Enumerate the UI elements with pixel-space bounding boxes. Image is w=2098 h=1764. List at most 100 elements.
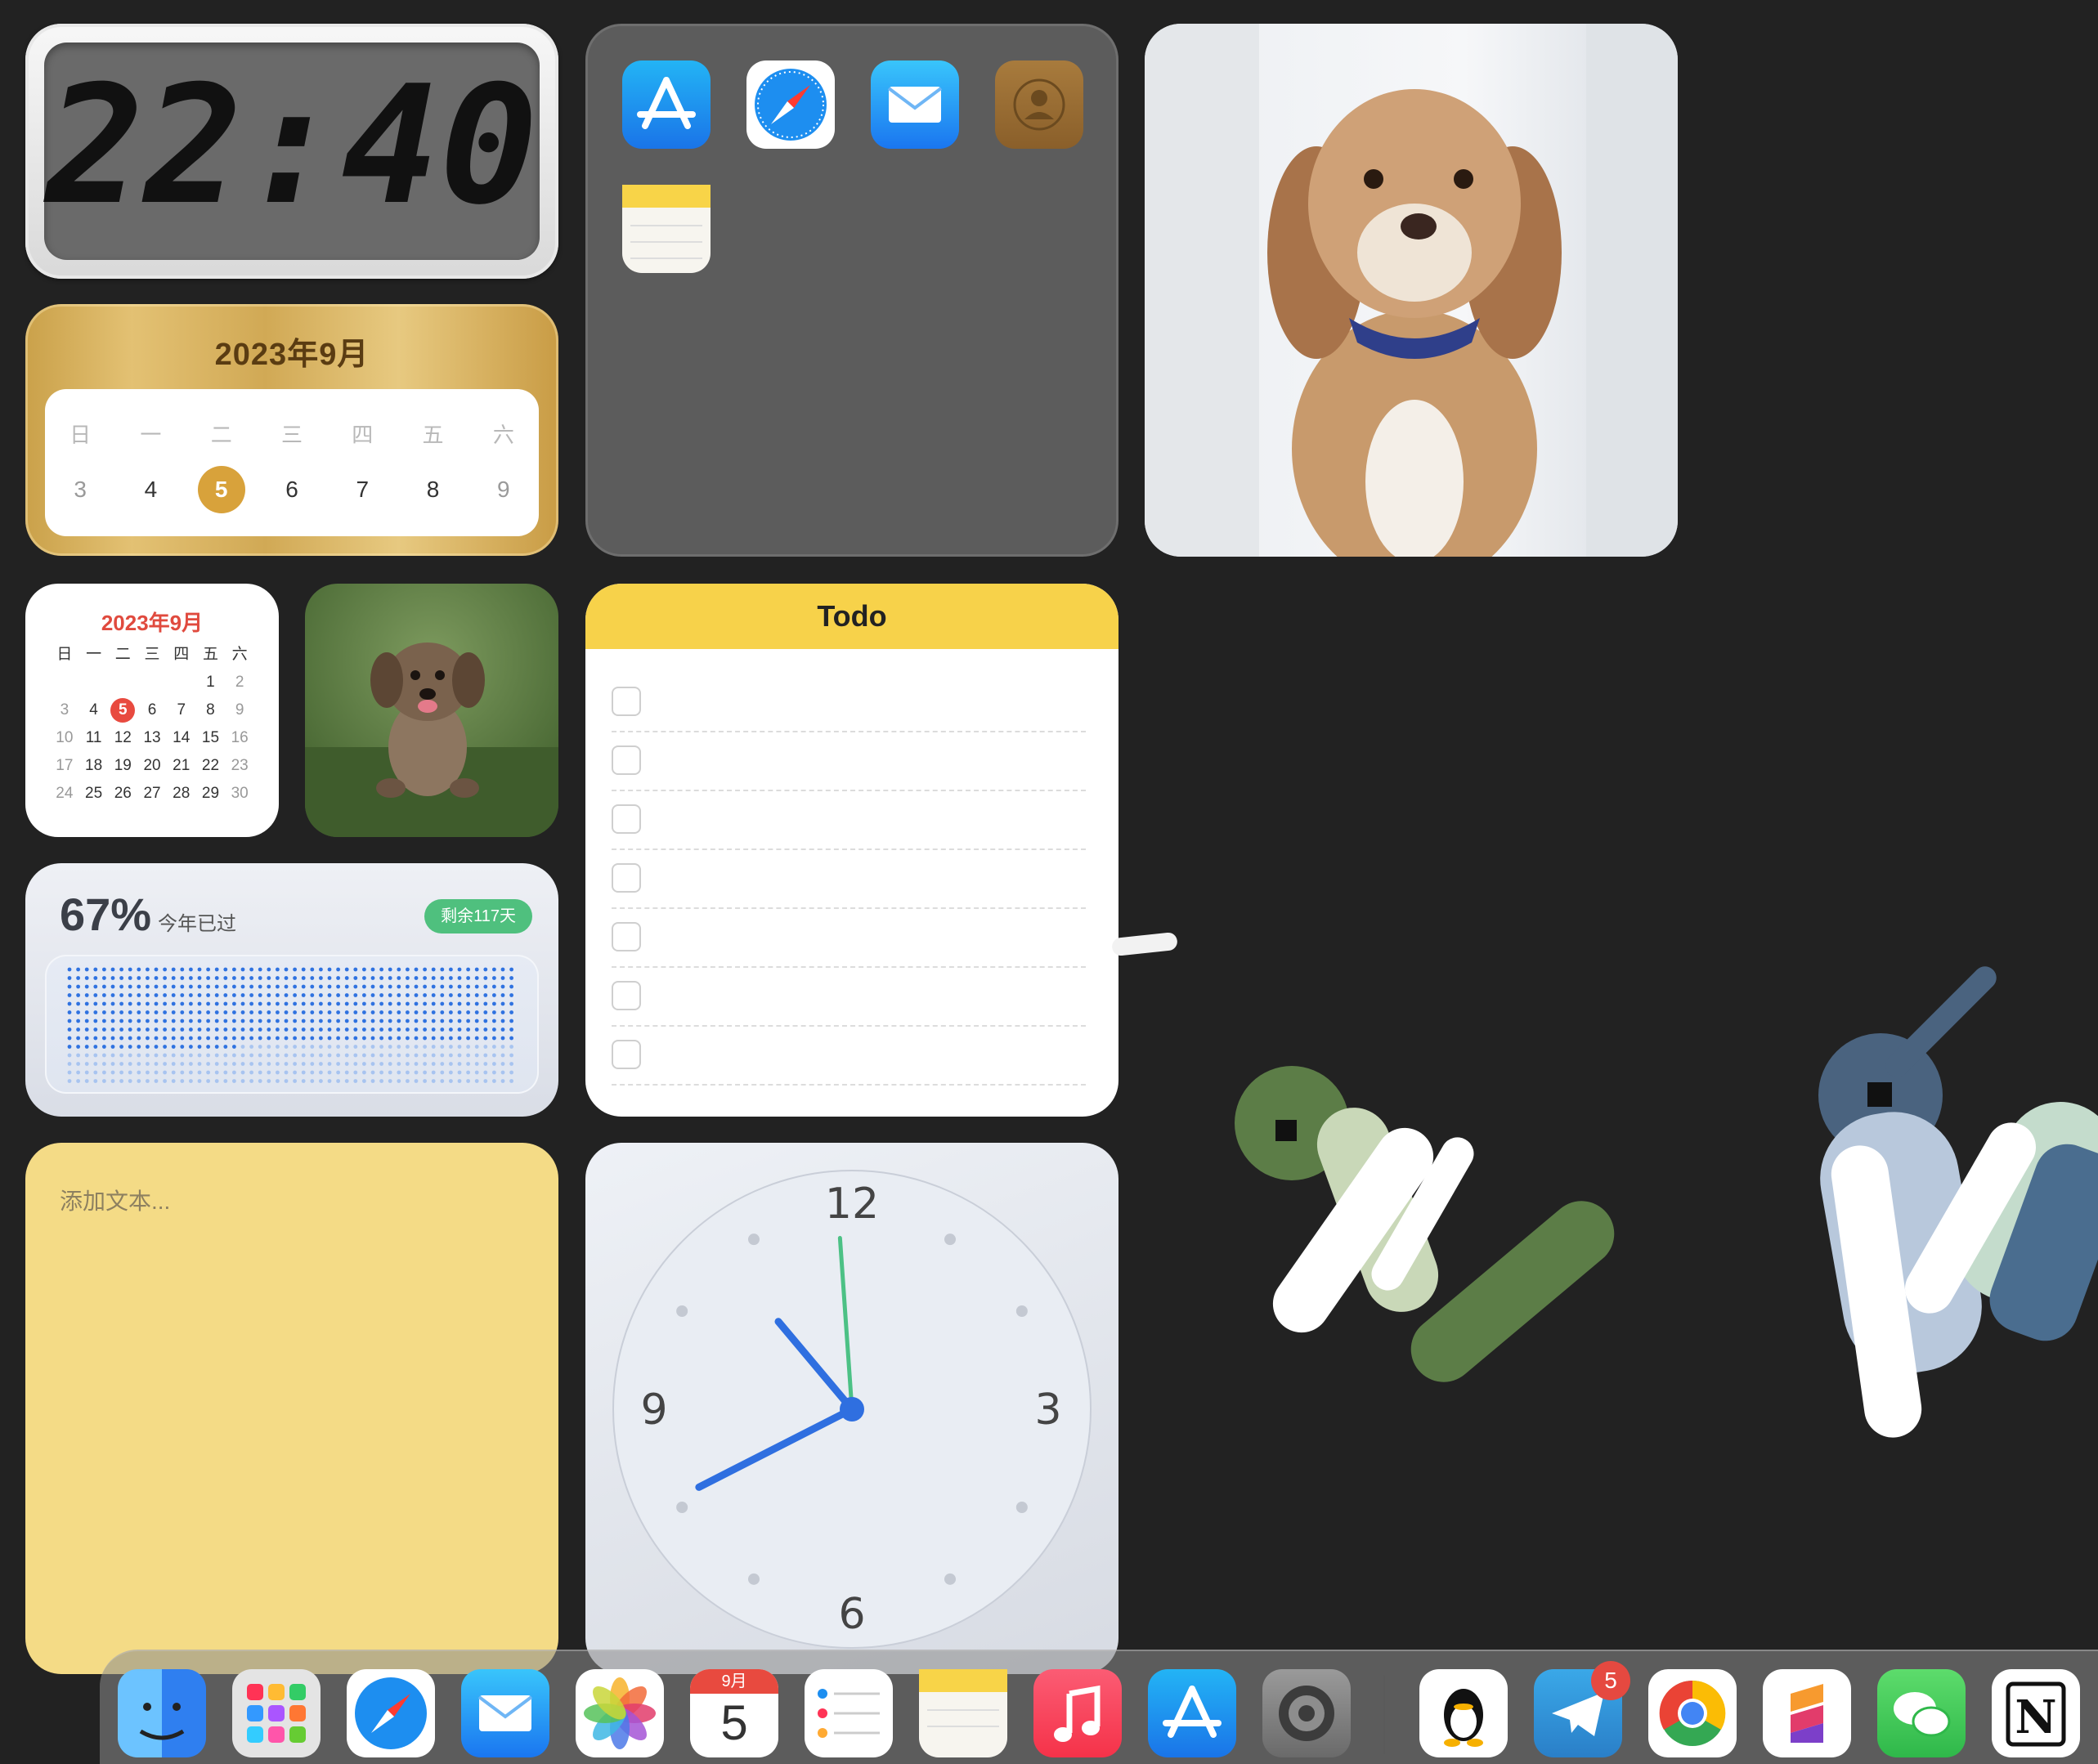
notion-icon[interactable]: N xyxy=(1992,1669,2080,1757)
day-dot xyxy=(197,993,202,997)
day-dot xyxy=(249,1079,253,1083)
safari-icon[interactable] xyxy=(347,1669,435,1757)
day-dot xyxy=(137,1010,141,1014)
day-dot xyxy=(319,984,323,989)
day-dot xyxy=(267,1062,271,1066)
day-dot xyxy=(362,1045,366,1049)
day-dot xyxy=(483,1019,488,1023)
month-calendar-widget[interactable]: 2023年9月 日 一 二 三 四 五 六 1 2 3 4 5 6 7 8 9 xyxy=(25,584,279,837)
chrome-icon[interactable] xyxy=(1648,1669,1737,1757)
day-dot xyxy=(353,1001,358,1006)
day-dot xyxy=(319,993,323,997)
todo-checkbox[interactable] xyxy=(612,981,641,1010)
tick-dot xyxy=(1015,1305,1028,1317)
day-dot xyxy=(180,1028,185,1032)
reminders-icon[interactable] xyxy=(805,1669,893,1757)
todo-checkbox[interactable] xyxy=(612,1040,641,1069)
day-dot xyxy=(223,976,228,980)
todo-checkbox[interactable] xyxy=(612,687,641,716)
day-dot xyxy=(110,1036,115,1041)
day-dot xyxy=(440,984,445,989)
analog-clock-widget[interactable]: 12 3 6 9 xyxy=(585,1143,1118,1674)
wechat-icon[interactable] xyxy=(1877,1669,1966,1757)
todo-item[interactable] xyxy=(612,731,1086,791)
day-dot xyxy=(301,1028,306,1032)
todo-checkbox[interactable] xyxy=(612,804,641,834)
day-dot xyxy=(310,1053,315,1058)
day-dot xyxy=(214,1010,219,1014)
day-dot xyxy=(483,976,488,980)
mail-icon[interactable] xyxy=(871,60,959,149)
music-icon[interactable] xyxy=(1033,1669,1122,1757)
calendar-icon[interactable]: 9月 5 xyxy=(690,1669,778,1757)
app-folder-widget[interactable] xyxy=(585,24,1118,557)
day-dot xyxy=(110,967,115,972)
app-store-icon[interactable] xyxy=(622,60,711,149)
day-dot xyxy=(310,1001,315,1006)
todo-item[interactable] xyxy=(612,790,1086,850)
telegram-icon[interactable]: 5 xyxy=(1534,1661,1630,1757)
day-dot xyxy=(223,1062,228,1066)
note-placeholder[interactable]: 添加文本... xyxy=(60,1184,170,1216)
photos-icon[interactable] xyxy=(576,1669,664,1757)
dog-photo-widget[interactable] xyxy=(1145,24,1678,557)
day-dot xyxy=(474,976,479,980)
year-progress-widget[interactable]: 67% 今年已过 剩余117天 xyxy=(25,863,558,1117)
day-dot xyxy=(466,1001,470,1006)
sublime-icon[interactable] xyxy=(1763,1669,1851,1757)
todo-item[interactable] xyxy=(612,907,1086,968)
todo-item[interactable] xyxy=(612,966,1086,1027)
day-dot xyxy=(474,1028,479,1032)
day-dot xyxy=(128,984,132,989)
day-dot xyxy=(214,1062,219,1066)
system-settings-icon[interactable] xyxy=(1262,1669,1351,1757)
day-dot xyxy=(67,1079,72,1083)
day-dot xyxy=(76,1062,80,1066)
day-dot xyxy=(457,993,462,997)
week-calendar-widget[interactable]: 2023年9月 日 一 二 三 四 五 六 3 4 5 6 7 8 9 xyxy=(25,304,558,556)
day-dot xyxy=(154,1070,159,1075)
todo-checkbox[interactable] xyxy=(612,922,641,951)
day-dot xyxy=(301,1079,306,1083)
day-cell: 2 xyxy=(235,674,244,691)
todo-widget[interactable]: Todo xyxy=(585,584,1118,1117)
todo-item[interactable] xyxy=(612,848,1086,909)
day-dot xyxy=(67,1001,72,1006)
day-dot xyxy=(431,1070,436,1075)
day-dot xyxy=(84,1019,89,1023)
day-dot xyxy=(388,993,392,997)
app-store-icon[interactable] xyxy=(1148,1669,1236,1757)
day-dot xyxy=(406,1070,410,1075)
day-dot xyxy=(171,1001,176,1006)
mail-icon[interactable] xyxy=(461,1669,549,1757)
launchpad-icon[interactable] xyxy=(232,1669,321,1757)
day-dot xyxy=(119,1053,123,1058)
day-dot xyxy=(93,1036,98,1041)
day-dot xyxy=(474,967,479,972)
note-widget[interactable]: 添加文本... xyxy=(25,1143,558,1674)
day-dot xyxy=(388,967,392,972)
day-dot xyxy=(379,993,383,997)
day-dot xyxy=(319,1019,323,1023)
day-dot xyxy=(276,1028,280,1032)
day-dot xyxy=(128,1001,132,1006)
todo-item[interactable] xyxy=(612,1025,1086,1086)
day-dot xyxy=(146,1001,150,1006)
notes-icon[interactable] xyxy=(919,1669,1007,1757)
qq-icon[interactable] xyxy=(1419,1669,1508,1757)
day-cell-today: 5 xyxy=(108,696,137,724)
day-dot xyxy=(327,1079,332,1083)
day-cell: 19 xyxy=(114,757,132,774)
day-dot xyxy=(84,1045,89,1049)
running-dog-photo-widget[interactable] xyxy=(305,584,558,837)
notes-icon[interactable] xyxy=(622,185,711,273)
todo-checkbox[interactable] xyxy=(612,863,641,893)
finder-icon[interactable] xyxy=(118,1669,206,1757)
todo-item[interactable] xyxy=(612,672,1086,732)
digital-clock-widget[interactable]: 22:40 xyxy=(25,24,558,279)
day-dot xyxy=(84,1001,89,1006)
safari-icon[interactable] xyxy=(746,60,835,149)
todo-checkbox[interactable] xyxy=(612,745,641,775)
contacts-icon[interactable] xyxy=(995,60,1083,149)
day-dot xyxy=(240,1070,245,1075)
